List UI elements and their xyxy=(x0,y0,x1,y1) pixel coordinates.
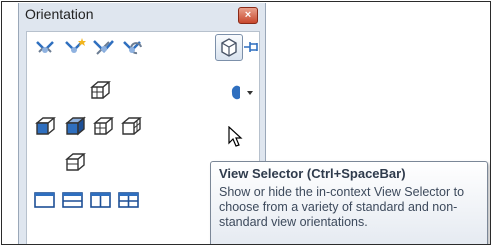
panel-title: Orientation xyxy=(25,6,94,22)
two-view-vertical-icon[interactable] xyxy=(88,189,114,211)
four-view-icon[interactable] xyxy=(116,189,142,211)
back-view-icon[interactable] xyxy=(118,115,144,137)
new-view-icon[interactable] xyxy=(33,36,59,58)
tooltip-title: View Selector (Ctrl+SpaceBar) xyxy=(219,166,406,181)
view-selector-icon xyxy=(221,38,237,57)
mouse-cursor-icon xyxy=(228,126,243,147)
bottom-view-icon[interactable] xyxy=(62,151,88,173)
close-icon: × xyxy=(244,9,252,21)
normal-to-icon[interactable] xyxy=(91,36,117,58)
two-view-horizontal-icon[interactable] xyxy=(60,189,86,211)
right-view-icon[interactable] xyxy=(90,115,116,137)
top-view-icon[interactable] xyxy=(87,79,113,101)
tooltip-body: Show or hide the in-context View Selecto… xyxy=(219,185,465,229)
single-view-icon[interactable] xyxy=(32,189,58,211)
update-view-icon[interactable] xyxy=(62,36,88,58)
reset-view-icon[interactable] xyxy=(120,36,146,58)
left-view-icon[interactable] xyxy=(32,115,58,137)
screenshot-frame: Orientation × View Selector (Ctrl+SpaceB… xyxy=(1,1,491,245)
close-button[interactable]: × xyxy=(238,7,258,24)
view-selector-button[interactable] xyxy=(215,34,243,61)
pin-icon[interactable] xyxy=(243,36,261,58)
front-view-icon[interactable] xyxy=(62,115,88,137)
view-selector-tooltip: View Selector (Ctrl+SpaceBar) Show or hi… xyxy=(210,161,488,244)
view-dropdown-icon[interactable] xyxy=(230,82,256,104)
